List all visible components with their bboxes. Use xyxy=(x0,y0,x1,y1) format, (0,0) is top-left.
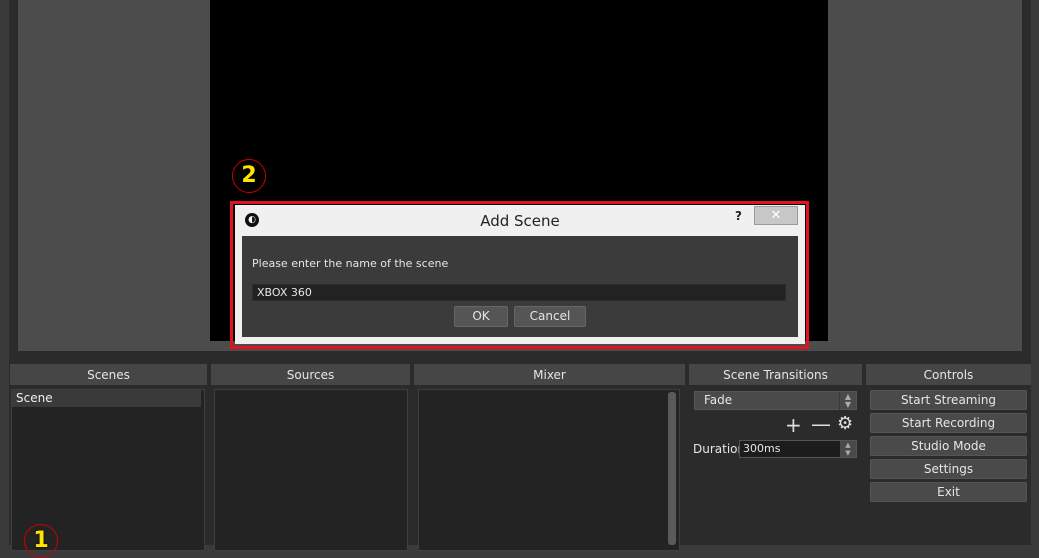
transition-select[interactable]: Fade ▲ ▼ xyxy=(694,391,857,410)
plus-icon[interactable]: + xyxy=(785,415,802,435)
sources-dock-title: Sources xyxy=(211,364,410,385)
controls-dock-title: Controls xyxy=(866,364,1031,385)
ok-button[interactable]: OK xyxy=(454,306,508,327)
scene-list-item[interactable]: Scene xyxy=(12,390,201,407)
dialog-content: Please enter the name of the scene XBOX … xyxy=(242,236,798,337)
sources-list[interactable] xyxy=(214,389,408,551)
studio-mode-button[interactable]: Studio Mode xyxy=(870,436,1027,456)
transitions-dock-title: Scene Transitions xyxy=(689,364,862,385)
mixer-dock-title: Mixer xyxy=(414,364,685,385)
gear-icon[interactable]: ⚙ xyxy=(837,414,853,434)
dialog-prompt: Please enter the name of the scene xyxy=(252,257,449,270)
select-arrows-icon: ▲ ▼ xyxy=(839,392,856,410)
exit-button[interactable]: Exit xyxy=(870,482,1027,502)
settings-button[interactable]: Settings xyxy=(870,459,1027,479)
spin-arrows-icon[interactable]: ▲ ▼ xyxy=(840,441,856,457)
duration-value: 300ms xyxy=(743,442,781,455)
scenes-dock-title: Scenes xyxy=(10,364,207,385)
mixer-panel xyxy=(418,389,680,551)
close-button[interactable]: ✕ xyxy=(754,206,798,225)
minus-icon[interactable]: — xyxy=(811,414,831,434)
scene-name-input[interactable]: XBOX 360 xyxy=(252,284,786,301)
dialog-title: Add Scene xyxy=(480,212,560,230)
dialog-titlebar[interactable]: ◐ Add Scene ? ✕ xyxy=(235,205,805,236)
mixer-scrollbar[interactable] xyxy=(668,392,676,545)
duration-spinbox[interactable]: 300ms ▲ ▼ xyxy=(739,440,857,458)
transition-select-value: Fade xyxy=(704,393,733,407)
start-streaming-button[interactable]: Start Streaming xyxy=(870,390,1027,410)
cancel-button[interactable]: Cancel xyxy=(514,306,586,327)
duration-label: Duration xyxy=(693,442,746,456)
help-icon[interactable]: ? xyxy=(735,209,742,223)
annotation-marker-2: 2 xyxy=(232,159,266,193)
start-recording-button[interactable]: Start Recording xyxy=(870,413,1027,433)
add-scene-dialog: ◐ Add Scene ? ✕ Please enter the name of… xyxy=(235,205,805,344)
annotation-marker-1: 1 xyxy=(24,524,58,558)
